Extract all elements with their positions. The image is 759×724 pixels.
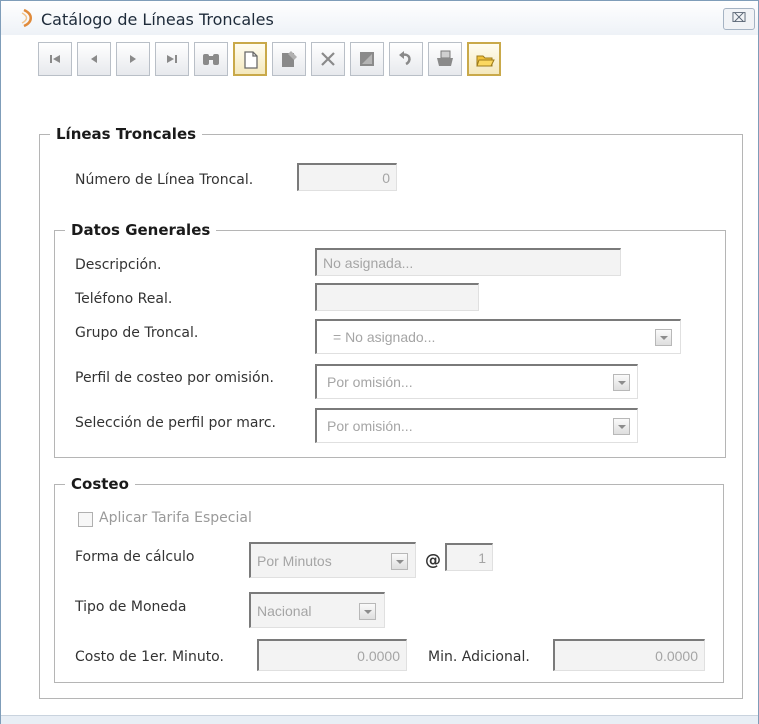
forma-calculo-label: Forma de cálculo <box>75 549 195 565</box>
window-bottom-edge <box>1 715 758 724</box>
print-button[interactable] <box>428 42 462 76</box>
minuto-adicional-field[interactable]: 0.0000 <box>553 639 705 671</box>
tipo-moneda-select[interactable]: Nacional <box>249 592 385 628</box>
aplicar-tarifa-checkbox[interactable] <box>78 512 93 527</box>
costo-primer-minuto-label: Costo de 1er. Minuto. <box>75 649 224 665</box>
first-record-button[interactable] <box>38 42 72 76</box>
grupo-troncal-select[interactable]: = No asignado... <box>315 319 681 354</box>
seleccion-perfil-value: Por omisión... <box>327 418 413 434</box>
datos-generales-legend: Datos Generales <box>71 221 211 239</box>
save-button[interactable] <box>350 42 384 76</box>
seleccion-perfil-label: Selección de perfil por marc. <box>75 415 277 431</box>
title-bar[interactable]: Catálogo de Líneas Troncales ⌧ <box>1 1 758 35</box>
print-icon <box>437 50 453 66</box>
next-record-icon <box>130 55 136 63</box>
edit-icon <box>282 51 297 67</box>
minuto-adicional-label: Min. Adicional. <box>428 649 530 665</box>
numero-linea-label: Número de Línea Troncal. <box>75 172 254 188</box>
tipo-moneda-chevron-down-icon[interactable] <box>359 603 376 620</box>
delete-icon <box>321 52 335 66</box>
close-button[interactable]: ⌧ <box>723 8 755 30</box>
previous-record-button[interactable] <box>77 42 111 76</box>
forma-calculo-value: Por Minutos <box>257 553 332 569</box>
telefono-real-label: Teléfono Real. <box>75 291 173 307</box>
open-button[interactable] <box>467 42 501 76</box>
perfil-costeo-value: Por omisión... <box>327 374 413 390</box>
telefono-real-field[interactable] <box>315 283 479 311</box>
numero-linea-field[interactable]: 0 <box>297 163 397 191</box>
forma-calculo-select[interactable]: Por Minutos <box>249 542 416 578</box>
save-icon <box>360 52 374 66</box>
perfil-costeo-select[interactable]: Por omisión... <box>315 364 638 399</box>
previous-record-icon <box>91 55 97 63</box>
descripcion-field[interactable]: No asignada... <box>315 248 621 276</box>
next-record-button[interactable] <box>116 42 150 76</box>
at-sign: @ <box>425 550 441 569</box>
undo-button[interactable] <box>389 42 423 76</box>
descripcion-label: Descripción. <box>75 257 162 273</box>
search-button[interactable] <box>194 42 228 76</box>
open-folder-icon <box>476 55 495 67</box>
grupo-troncal-label: Grupo de Troncal. <box>75 325 199 341</box>
seleccion-perfil-chevron-down-icon[interactable] <box>613 418 630 435</box>
new-document-icon <box>244 51 258 69</box>
undo-icon <box>399 51 411 66</box>
window-title: Catálogo de Líneas Troncales <box>41 10 274 29</box>
grupo-troncal-chevron-down-icon[interactable] <box>655 329 672 346</box>
edit-button[interactable] <box>272 42 306 76</box>
grupo-troncal-value: = No asignado... <box>333 329 436 345</box>
catalog-window: Catálogo de Líneas Troncales ⌧ Líneas Tr… <box>0 0 759 724</box>
last-record-icon <box>167 55 177 63</box>
last-record-button[interactable] <box>155 42 189 76</box>
seleccion-perfil-select[interactable]: Por omisión... <box>315 408 638 443</box>
costo-primer-minuto-field[interactable]: 0.0000 <box>257 639 407 671</box>
tipo-moneda-label: Tipo de Moneda <box>75 599 187 615</box>
tipo-moneda-value: Nacional <box>257 603 312 619</box>
lineas-troncales-legend: Líneas Troncales <box>56 125 197 143</box>
delete-button[interactable] <box>311 42 345 76</box>
app-icon <box>21 8 32 28</box>
perfil-costeo-chevron-down-icon[interactable] <box>613 374 630 391</box>
aplicar-tarifa-label: Aplicar Tarifa Especial <box>99 510 252 526</box>
forma-calculo-qty-field[interactable]: 1 <box>445 543 493 571</box>
forma-calculo-chevron-down-icon[interactable] <box>391 553 408 570</box>
first-record-icon <box>50 55 60 63</box>
perfil-costeo-label: Perfil de costeo por omisión. <box>75 370 274 386</box>
binoculars-icon <box>203 54 219 65</box>
new-record-button[interactable] <box>233 42 267 76</box>
costeo-legend: Costeo <box>71 475 129 493</box>
